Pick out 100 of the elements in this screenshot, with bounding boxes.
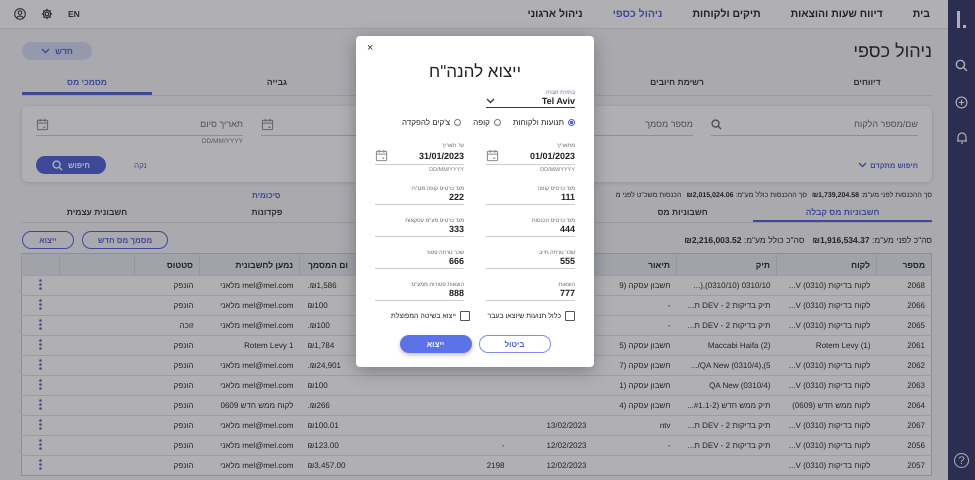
table-cell: לקוח בדיקות (0310) V... — [788, 441, 870, 450]
table-cell: mel@mel.com מלאני — [220, 301, 294, 310]
radio-option[interactable]: קופה — [473, 118, 501, 127]
table-cell: הונפק — [174, 461, 194, 470]
bell-icon[interactable] — [956, 131, 968, 144]
table-cell: לקוח ממש חדש 0609 — [220, 401, 294, 410]
nav-link[interactable]: בית — [912, 8, 930, 20]
calendar-icon — [261, 118, 274, 130]
table-cell: זוכה — [180, 321, 194, 330]
column-header: מספר — [902, 260, 925, 270]
search-field[interactable]: שם/מספר הלקוח — [711, 116, 918, 136]
table-cell: חשבון עסקה (5 — [619, 341, 670, 350]
user-icon[interactable] — [14, 8, 26, 20]
kebab-menu-icon[interactable] — [39, 379, 42, 390]
kebab-menu-icon[interactable] — [39, 319, 42, 330]
tab[interactable]: חשבוניות מס קבלה — [753, 203, 932, 222]
table-cell: ₪266. — [308, 401, 330, 410]
search-icon[interactable] — [955, 59, 968, 72]
help-button[interactable]: ? — [954, 453, 969, 468]
table-cell: 2056 — [907, 441, 925, 450]
table-cell: תיק בדיקות 2 - DEV ת... — [688, 441, 770, 450]
table-cell: mel@mel.com מלאני — [220, 321, 294, 330]
table-cell: 2063 — [907, 381, 925, 390]
dialog-title: ייצוא להנה"ח — [428, 62, 522, 82]
nav-link[interactable]: ניהול כספי — [612, 8, 662, 20]
table-cell: הונפק — [174, 281, 194, 290]
radio-option[interactable]: צ'קים להפקדה — [402, 118, 462, 127]
language-button[interactable]: EN — [68, 9, 80, 19]
calendar-icon — [486, 149, 499, 162]
kebab-menu-icon[interactable] — [39, 459, 42, 470]
table-cell: ₪100 — [308, 381, 328, 390]
close-button[interactable]: × — [367, 42, 374, 54]
kebab-menu-icon[interactable] — [39, 279, 42, 290]
page-title: ניהול כספי — [853, 40, 932, 62]
table-cell: 2064 — [907, 401, 925, 410]
caret-icon — [486, 98, 495, 104]
kebab-menu-icon[interactable] — [39, 399, 42, 410]
tab[interactable]: פקדונות — [192, 203, 342, 222]
table-cell: 0310/10 (0310/10),(... — [694, 281, 770, 290]
column-header: תיאור — [648, 260, 670, 270]
table-cell: 2065 — [907, 321, 925, 330]
export-button[interactable]: ייצוא — [22, 231, 74, 249]
table-cell: ₪1,784 — [308, 341, 334, 350]
tab[interactable]: חשבונית עצמית — [22, 203, 172, 222]
table-cell: לקוח בדיקות (0310) V... — [788, 381, 870, 390]
tab[interactable]: מסמכי מס — [22, 71, 152, 95]
nav-link[interactable]: תיקים ולקוחות — [692, 8, 761, 20]
table-cell: הונפק — [174, 301, 194, 310]
table-cell: חשבון עסקה (9 — [619, 281, 670, 290]
search-button[interactable]: חיפוש — [36, 156, 106, 174]
table-cell: תיק ממש חדש (#1.1-2... — [687, 401, 770, 410]
tab[interactable]: דיווחים — [802, 71, 932, 95]
kebab-menu-icon[interactable] — [39, 359, 42, 370]
table-cell: ₪123.00 — [308, 441, 339, 450]
settings-icon[interactable] — [41, 8, 53, 20]
tab[interactable]: חשבוניות מס — [612, 203, 754, 222]
table-cell: לקוח בדיקות (0310) V... — [788, 461, 870, 470]
tab[interactable]: גבייה — [212, 71, 342, 95]
radio-option[interactable]: תנועות ולקוחות — [512, 118, 575, 127]
table-cell: ₪100.01 — [308, 421, 339, 430]
clear-link[interactable]: נקה — [134, 160, 147, 170]
table-cell: ₪100 — [308, 301, 328, 310]
table-cell: Rotem Levy (1) — [816, 341, 870, 350]
calendar-icon — [375, 149, 388, 162]
kebab-menu-icon[interactable] — [39, 299, 42, 310]
caret-icon — [858, 162, 868, 168]
column-header: ום המסמך — [308, 260, 348, 270]
table-cell: חשבון עסקה (1 — [619, 381, 670, 390]
kebab-menu-icon[interactable] — [39, 439, 42, 450]
export-button[interactable]: ייצוא — [400, 335, 472, 353]
table-cell: הונפק — [174, 401, 194, 410]
kebab-menu-icon[interactable] — [39, 339, 42, 350]
table-cell: 2057 — [907, 461, 925, 470]
cancel-button[interactable]: ביטול — [478, 335, 550, 353]
kebab-menu-icon[interactable] — [39, 419, 42, 430]
table-cell: ₪3,457.00 — [308, 461, 346, 470]
table-cell: 2198 — [486, 461, 504, 470]
table-cell: 2066 — [907, 301, 925, 310]
nav-link[interactable]: דיווח שעות והוצאות — [790, 8, 883, 20]
table-cell: לקוח בדיקות (0310) V... — [788, 321, 870, 330]
table-cell: - — [668, 301, 670, 310]
table-cell: mel@mel.com מלאני — [220, 381, 294, 390]
add-icon[interactable] — [955, 96, 968, 109]
table-cell: 12/02/2023 — [546, 441, 586, 450]
table-cell: חשבון עסקה (4 — [619, 401, 670, 410]
date-field[interactable]: תאריך סיום — [36, 116, 243, 136]
table-cell: 2061 — [907, 341, 925, 350]
table-cell: לקוח בדיקות (0310) V... — [788, 301, 870, 310]
nav-link[interactable]: ניהול ארגוני — [527, 8, 583, 20]
calendar-icon — [36, 118, 49, 130]
summary-link[interactable]: סיכומית — [252, 191, 280, 200]
table-cell: - — [502, 441, 504, 450]
table-cell: 2067 — [907, 421, 925, 430]
new-document-button[interactable]: מסמך מס חדש — [82, 231, 168, 249]
table-cell: 13/02/2023 — [546, 421, 586, 430]
column-header: סטטוס — [166, 260, 193, 270]
tab[interactable]: רשימת חיובים — [612, 71, 742, 95]
table-cell: - — [668, 321, 670, 330]
caret-icon — [41, 48, 50, 54]
table-cell: הונפק — [174, 441, 194, 450]
